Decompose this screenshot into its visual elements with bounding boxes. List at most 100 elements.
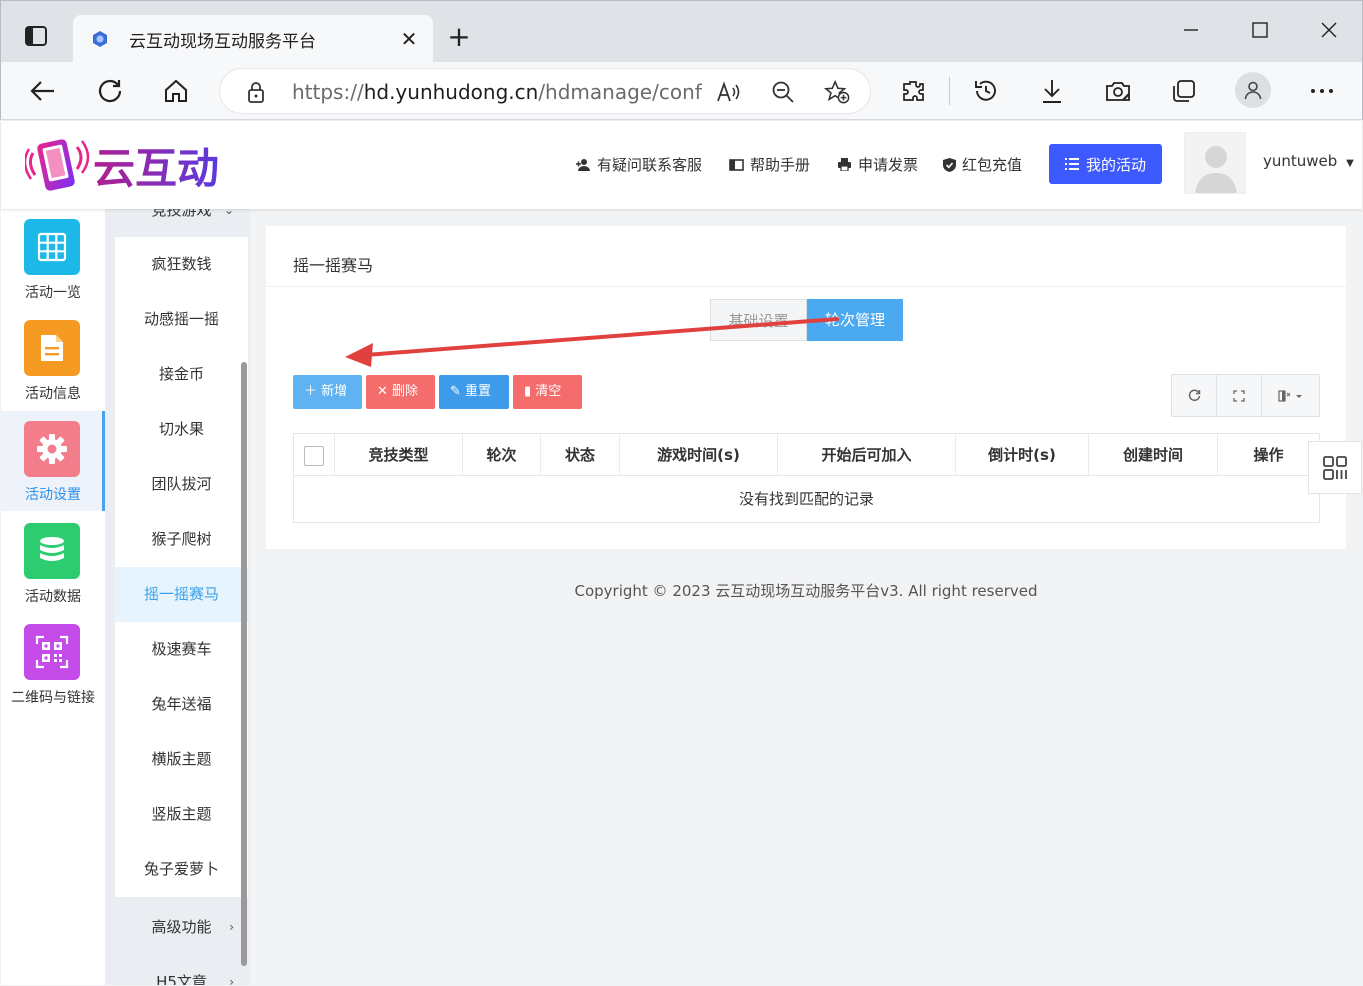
book-icon (729, 158, 744, 171)
address-bar[interactable]: https://hd.yunhudong.cn/hdmanage/confi..… (219, 68, 871, 114)
subnav-item-cut-fruit[interactable]: 切水果 (115, 402, 248, 457)
chevron-right-icon: › (229, 920, 234, 934)
my-activity-button[interactable]: 我的活动 (1049, 144, 1162, 184)
subnav-item-rabbit-blessing[interactable]: 兔年送福 (115, 677, 248, 732)
subnav-item-horizontal-theme[interactable]: 横版主题 (115, 732, 248, 787)
screenshot-icon[interactable] (1101, 74, 1135, 108)
extensions-icon[interactable] (896, 74, 930, 108)
user-avatar[interactable] (1184, 132, 1246, 194)
add-button[interactable]: ＋ 新增 (293, 375, 362, 409)
favorite-add-icon[interactable] (824, 79, 850, 105)
database-icon (24, 523, 80, 579)
select-all-checkbox[interactable] (304, 445, 324, 466)
red-packet-recharge-link[interactable]: 红包充值 (943, 154, 1022, 175)
subnav-list: 疯狂数钱 动感摇一摇 接金币 切水果 团队拔河 猴子爬树 摇一摇赛马 极速赛车 … (115, 237, 248, 897)
site-favicon-icon (93, 31, 107, 47)
subnav-item-shake[interactable]: 动感摇一摇 (115, 292, 248, 347)
refresh-table-icon[interactable] (1172, 375, 1217, 416)
subnav-item-catch-coins[interactable]: 接金币 (115, 347, 248, 402)
content-panel: 摇一摇赛马 基础设置 轮次管理 ＋ 新增 ✕ 删除 ✎ 重置 ▮ 清空 竞技类型… (266, 226, 1346, 549)
yunhudong-logo[interactable]: 云互动 (25, 133, 257, 199)
list-icon (1064, 158, 1079, 170)
subnav-item-vertical-theme[interactable]: 竖版主题 (115, 787, 248, 842)
fullscreen-icon[interactable] (1217, 375, 1262, 416)
gear-icon (24, 421, 80, 477)
panel-divider (266, 286, 1346, 287)
sidebar-item-activity-info[interactable]: 活动信息 (1, 310, 105, 410)
column-header[interactable]: 竞技类型 (335, 434, 463, 476)
columns-toggle-icon[interactable] (1262, 375, 1319, 416)
floating-qrcode-button[interactable] (1308, 441, 1362, 494)
subnav-scrollbar[interactable] (241, 362, 247, 966)
document-icon (24, 320, 80, 376)
page: 云互动 有疑问联系客服 帮助手册 申请发票 红包充值 我的活动 yuntuweb… (1, 121, 1362, 985)
apply-invoice-link[interactable]: 申请发票 (837, 154, 918, 175)
sidebar-item-activity-overview[interactable]: 活动一览 (1, 209, 105, 309)
user-menu[interactable]: yuntuweb ▼ (1263, 152, 1354, 170)
back-icon[interactable] (26, 74, 60, 108)
clear-button[interactable]: ▮ 清空 (513, 375, 582, 409)
reset-button[interactable]: ✎ 重置 (439, 375, 509, 409)
delete-button[interactable]: ✕ 删除 (366, 375, 435, 409)
subnav-item-monkey-climb[interactable]: 猴子爬树 (115, 512, 248, 567)
sub-sidebar: 竞技游戏 ⌄ 疯狂数钱 动感摇一摇 接金币 切水果 团队拔河 猴子爬树 摇一摇赛… (105, 209, 250, 985)
table-header: 竞技类型 轮次 状态 游戏时间(s) 开始后可加入 倒计时(s) 创建时间 操作 (294, 434, 1319, 476)
window-close-icon[interactable] (1314, 19, 1344, 43)
lock-icon (248, 82, 264, 103)
plus-icon: ＋ (304, 384, 322, 399)
site-header: 云互动 有疑问联系客服 帮助手册 申请发票 红包充值 我的活动 yuntuweb… (1, 121, 1362, 209)
column-header[interactable]: 倒计时(s) (956, 434, 1089, 476)
history-icon[interactable] (969, 74, 1003, 108)
download-icon[interactable] (1035, 74, 1069, 108)
trash-icon: ▮ (524, 384, 536, 399)
zoom-out-icon[interactable] (770, 79, 796, 105)
subnav-group-h5-article[interactable]: H5文章 › (115, 955, 248, 985)
minimize-icon[interactable] (1176, 19, 1206, 43)
chevron-down-icon: ⌄ (223, 209, 234, 217)
svg-text:云互动: 云互动 (93, 144, 219, 193)
toolbar-separator (949, 77, 950, 105)
column-header[interactable]: 创建时间 (1089, 434, 1218, 476)
sidebar-item-activity-settings[interactable]: 活动设置 (1, 411, 105, 511)
column-header[interactable]: 开始后可加入 (778, 434, 956, 476)
printer-icon (838, 158, 851, 171)
more-options-icon[interactable] (1305, 74, 1339, 108)
chevron-right-icon: › (229, 975, 234, 985)
subnav-item-crazy-money[interactable]: 疯狂数钱 (115, 237, 248, 292)
subnav-item-horse-race[interactable]: 摇一摇赛马 (115, 567, 248, 622)
tab-basic-settings[interactable]: 基础设置 (710, 299, 807, 341)
column-header[interactable]: 轮次 (463, 434, 541, 476)
browser-nav-bar: https://hd.yunhudong.cn/hdmanage/confi..… (0, 62, 1363, 120)
sidebar-item-qrcode-links[interactable]: 二维码与链接 (1, 614, 105, 714)
rounds-table: 竞技类型 轮次 状态 游戏时间(s) 开始后可加入 倒计时(s) 创建时间 操作… (293, 433, 1320, 523)
table-toolbar: ＋ 新增 ✕ 删除 ✎ 重置 ▮ 清空 (293, 375, 586, 409)
maximize-icon[interactable] (1245, 19, 1275, 43)
subnav-item-speed-racing[interactable]: 极速赛车 (115, 622, 248, 677)
contact-support-link[interactable]: 有疑问联系客服 (575, 154, 702, 175)
tab-actions-icon[interactable] (21, 21, 51, 51)
home-icon[interactable] (159, 74, 193, 108)
profile-avatar-icon[interactable] (1235, 72, 1271, 108)
table-tools (1171, 374, 1320, 417)
column-header[interactable]: 状态 (541, 434, 620, 476)
subnav-item-tug-of-war[interactable]: 团队拔河 (115, 457, 248, 512)
settings-tabs: 基础设置 轮次管理 (710, 299, 903, 341)
subnav-group-competitive-games[interactable]: 竞技游戏 ⌄ (115, 209, 248, 238)
qrcode-icon (24, 624, 80, 680)
x-icon: ✕ (377, 384, 393, 399)
subnav-item-rabbit-carrot[interactable]: 兔子爱萝卜 (115, 842, 248, 897)
new-tab-icon[interactable]: + (445, 23, 473, 51)
help-manual-link[interactable]: 帮助手册 (729, 154, 810, 175)
refresh-icon[interactable] (93, 74, 127, 108)
tab-close-icon[interactable]: ✕ (397, 27, 421, 51)
browser-tab[interactable]: 云互动现场互动服务平台 ✕ (73, 15, 433, 63)
read-aloud-icon[interactable] (716, 79, 742, 105)
collections-icon[interactable] (1167, 74, 1201, 108)
sidebar-item-activity-data[interactable]: 活动数据 (1, 513, 105, 613)
grid-menu-icon (1323, 455, 1347, 480)
tab-round-management[interactable]: 轮次管理 (807, 299, 903, 341)
column-header[interactable]: 游戏时间(s) (620, 434, 778, 476)
caret-down-icon: ▼ (1346, 158, 1354, 169)
panel-title: 摇一摇赛马 (293, 256, 374, 275)
subnav-group-advanced[interactable]: 高级功能 › (115, 900, 248, 955)
